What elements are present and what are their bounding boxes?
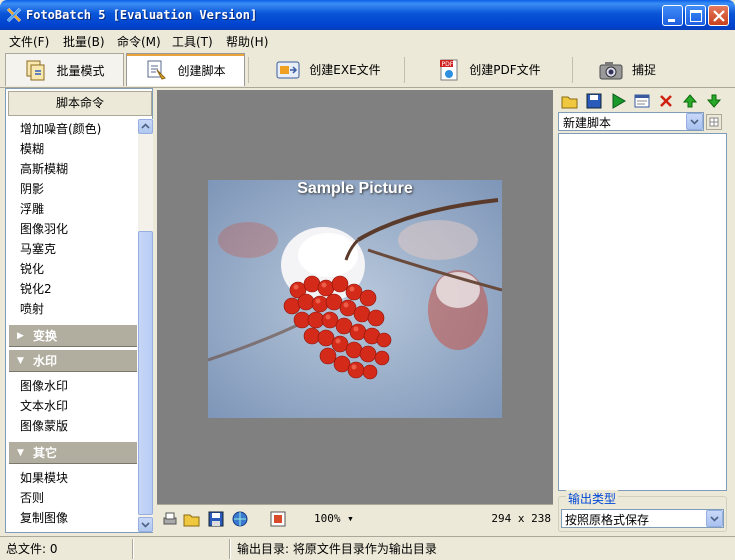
script-commands-panel: 脚本命令 增加噪音(颜色) 模糊 高斯模糊 阴影 浮雕 图像羽化 马塞克 锐化 … xyxy=(5,88,153,533)
print-icon[interactable] xyxy=(161,510,179,528)
tab-capture[interactable]: 捕捉 xyxy=(582,53,672,86)
list-item[interactable]: 浮雕 xyxy=(20,199,44,219)
image-preview-area: Sample Picture xyxy=(157,90,553,504)
scroll-down-button[interactable] xyxy=(138,517,153,532)
zoom-level-dropdown[interactable]: 100% ▾ xyxy=(314,512,354,525)
save-icon[interactable] xyxy=(207,510,225,528)
list-item[interactable]: 如果模块 xyxy=(20,468,68,488)
run-icon[interactable] xyxy=(609,92,627,110)
list-item[interactable]: 文本水印 xyxy=(20,396,68,416)
image-caption: Sample Picture xyxy=(297,180,413,197)
close-button[interactable] xyxy=(708,5,729,26)
list-item[interactable]: 马塞克 xyxy=(20,239,56,259)
dropdown-button[interactable] xyxy=(706,510,723,527)
total-files-status: 总文件: 0 xyxy=(6,542,58,556)
image-dimensions: 294 x 238 xyxy=(491,512,551,525)
script-steps-list[interactable] xyxy=(558,133,727,491)
script-name-dropdown[interactable]: 新建脚本 xyxy=(558,112,704,131)
command-list-scrollbar[interactable] xyxy=(138,119,153,532)
command-list: 增加噪音(颜色) 模糊 高斯模糊 阴影 浮雕 图像羽化 马塞克 锐化 锐化2 喷… xyxy=(6,119,137,532)
berries-photo xyxy=(208,180,502,418)
list-item[interactable]: 阴影 xyxy=(20,179,44,199)
globe-icon[interactable] xyxy=(231,510,249,528)
menu-batch[interactable]: 批量(B) xyxy=(63,33,105,50)
minimize-button[interactable] xyxy=(662,5,683,26)
open-script-icon[interactable] xyxy=(561,92,579,110)
delete-icon[interactable] xyxy=(657,92,675,110)
menu-tools[interactable]: 工具(T) xyxy=(172,33,213,50)
list-item[interactable]: 锐化2 xyxy=(20,279,52,299)
chevron-down-icon xyxy=(690,119,699,125)
tab-separator xyxy=(404,57,405,83)
save-script-icon[interactable] xyxy=(585,92,603,110)
close-icon xyxy=(713,10,725,22)
chevron-up-icon xyxy=(141,123,150,129)
list-item[interactable]: 增加噪音(颜色) xyxy=(20,119,101,139)
camera-icon xyxy=(599,61,623,79)
fit-image-icon[interactable] xyxy=(269,510,287,528)
chevron-down-icon: ▼ xyxy=(17,356,24,366)
list-item[interactable]: 高斯模糊 xyxy=(20,159,68,179)
menu-command[interactable]: 命令(M) xyxy=(117,33,161,50)
open-folder-icon[interactable] xyxy=(183,510,201,528)
list-item[interactable]: 模糊 xyxy=(20,139,44,159)
list-item[interactable]: 图像水印 xyxy=(20,376,68,396)
tab-batch-mode[interactable]: 批量模式 xyxy=(5,53,124,86)
tab-create-pdf[interactable]: PDF 创建PDF文件 xyxy=(414,53,564,86)
output-dir-status: 输出目录: 将原文件目录作为输出目录 xyxy=(237,542,437,556)
group-header-other[interactable]: ▼ 其它 xyxy=(9,441,137,464)
tab-create-script[interactable]: 创建脚本 xyxy=(126,53,245,86)
script-commands-header: 脚本命令 xyxy=(8,91,152,116)
title-bar: FotoBatch 5 [Evaluation Version] xyxy=(0,0,735,30)
window-title: FotoBatch 5 [Evaluation Version] xyxy=(26,8,258,22)
output-type-label: 输出类型 xyxy=(566,490,619,507)
move-up-icon[interactable] xyxy=(681,92,699,110)
menu-file[interactable]: 文件(F) xyxy=(9,33,49,50)
dropdown-button[interactable] xyxy=(686,113,703,130)
scroll-up-button[interactable] xyxy=(138,119,153,134)
tab-separator xyxy=(248,57,249,83)
mode-toolbar: 批量模式 创建脚本 创建EXE文件 PDF 创建PDF文件 捕捉 xyxy=(0,51,735,88)
list-item[interactable]: 复制图像 xyxy=(20,508,68,528)
chevron-down-icon xyxy=(710,516,719,522)
create-pdf-icon: PDF xyxy=(440,59,458,80)
list-item[interactable]: 图像蒙版 xyxy=(20,416,68,436)
edit-list-icon[interactable] xyxy=(633,92,651,110)
tab-separator xyxy=(572,57,573,83)
group-header-transform[interactable]: ▶ 变换 xyxy=(9,324,137,347)
move-down-icon[interactable] xyxy=(705,92,723,110)
app-icon xyxy=(6,7,22,23)
status-bar: 总文件: 0 输出目录: 将原文件目录作为输出目录 xyxy=(0,536,735,560)
menu-help[interactable]: 帮助(H) xyxy=(226,33,268,50)
chevron-down-icon: ▼ xyxy=(17,448,24,458)
batch-mode-icon xyxy=(26,60,45,81)
maximize-button[interactable] xyxy=(685,5,706,26)
list-item[interactable]: 图像羽化 xyxy=(20,219,68,239)
status-divider xyxy=(229,539,231,559)
list-item[interactable]: 喷射 xyxy=(20,299,44,319)
svg-text:PDF: PDF xyxy=(442,61,454,68)
chevron-right-icon: ▶ xyxy=(17,331,24,341)
output-type-dropdown[interactable]: 按照原格式保存 xyxy=(561,509,724,528)
list-item[interactable]: 锐化 xyxy=(20,259,44,279)
preview-image: Sample Picture xyxy=(208,180,502,418)
script-toolbar xyxy=(558,90,728,112)
group-header-watermark[interactable]: ▼ 水印 xyxy=(9,349,137,372)
maximize-icon xyxy=(690,10,702,22)
create-script-icon xyxy=(147,60,167,80)
create-exe-icon xyxy=(276,61,300,78)
list-item[interactable]: 否则 xyxy=(20,488,44,508)
tab-create-exe[interactable]: 创建EXE文件 xyxy=(258,53,398,86)
grid-icon xyxy=(709,117,719,127)
minimize-icon xyxy=(668,19,675,22)
status-divider xyxy=(132,539,134,559)
script-options-button[interactable] xyxy=(706,114,722,130)
chevron-down-icon xyxy=(141,522,150,528)
scroll-thumb[interactable] xyxy=(138,231,153,515)
preview-toolbar: 100% ▾ 294 x 238 xyxy=(157,504,553,532)
menu-bar: 文件(F) 批量(B) 命令(M) 工具(T) 帮助(H) xyxy=(0,30,735,50)
